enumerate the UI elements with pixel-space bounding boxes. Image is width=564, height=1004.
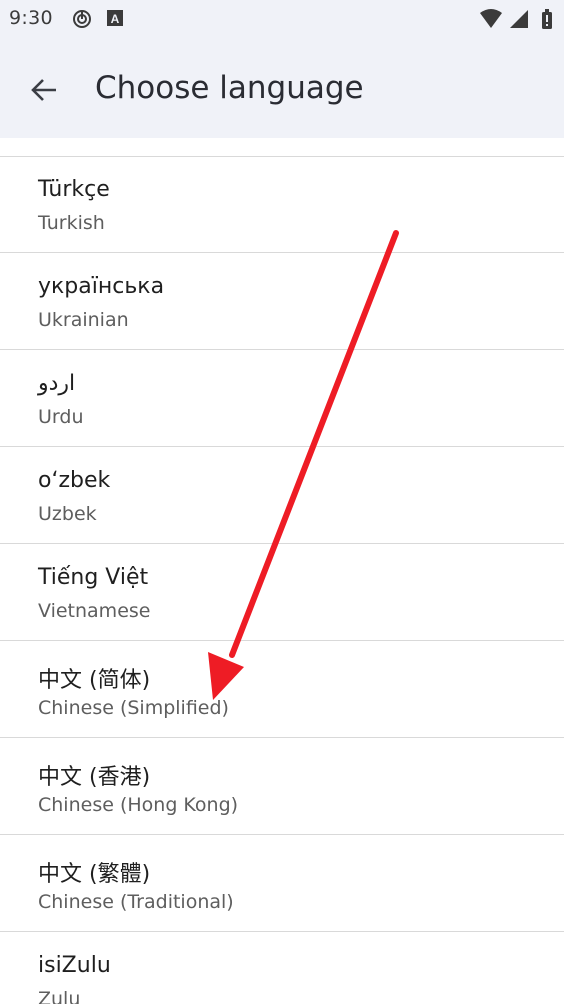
back-button[interactable]: [18, 64, 70, 116]
signal-icon: [510, 10, 528, 28]
language-list[interactable]: Türkçe Turkish українська Ukrainian اردو…: [0, 138, 564, 1004]
list-item-vietnamese[interactable]: Tiếng Việt Vietnamese: [0, 545, 564, 641]
media-icon: [72, 9, 92, 33]
language-english-name: Ukrainian: [38, 309, 129, 331]
language-english-name: Zulu: [38, 988, 81, 1004]
list-item-zulu[interactable]: isiZulu Zulu: [0, 933, 564, 1004]
arrow-back-icon: [31, 79, 56, 101]
list-item-chinese-hong-kong[interactable]: 中文 (香港) Chinese (Hong Kong): [0, 739, 564, 835]
language-english-name: Chinese (Simplified): [38, 697, 229, 719]
language-english-name: Vietnamese: [38, 600, 151, 622]
language-native-name: oʻzbek: [38, 468, 111, 493]
language-english-name: Urdu: [38, 406, 84, 428]
list-item-uzbek[interactable]: oʻzbek Uzbek: [0, 448, 564, 544]
wifi-icon: [480, 9, 502, 28]
page-title: Choose language: [95, 70, 364, 106]
language-native-name: Tiếng Việt: [38, 565, 149, 590]
language-native-name: اردو: [38, 371, 76, 396]
list-item-urdu[interactable]: اردو Urdu: [0, 351, 564, 447]
battery-icon: [542, 9, 552, 29]
list-item-chinese-traditional[interactable]: 中文 (繁體) Chinese (Traditional): [0, 836, 564, 932]
list-item-turkish[interactable]: Türkçe Turkish: [0, 157, 564, 253]
language-english-name: Chinese (Traditional): [38, 891, 234, 913]
status-right-icons: [478, 8, 556, 34]
language-english-name: Uzbek: [38, 503, 97, 525]
list-item-ukrainian[interactable]: українська Ukrainian: [0, 254, 564, 350]
svg-text:A: A: [111, 12, 120, 26]
list-item-chinese-simplified[interactable]: 中文 (简体) Chinese (Simplified): [0, 642, 564, 738]
language-native-name: 中文 (简体): [38, 668, 151, 693]
status-time: 9:30: [9, 7, 53, 29]
list-item-partial[interactable]: [0, 138, 564, 157]
language-native-name: Türkçe: [38, 177, 110, 202]
app-bar: Choose language: [0, 38, 564, 138]
language-english-name: Turkish: [38, 212, 105, 234]
language-native-name: українська: [38, 274, 165, 299]
status-bar: 9:30 A: [0, 0, 564, 38]
language-english-name: Chinese (Hong Kong): [38, 794, 239, 816]
language-native-name: isiZulu: [38, 953, 111, 978]
language-native-name: 中文 (繁體): [38, 862, 151, 887]
keyboard-a-icon: A: [106, 9, 124, 31]
language-native-name: 中文 (香港): [38, 765, 151, 790]
